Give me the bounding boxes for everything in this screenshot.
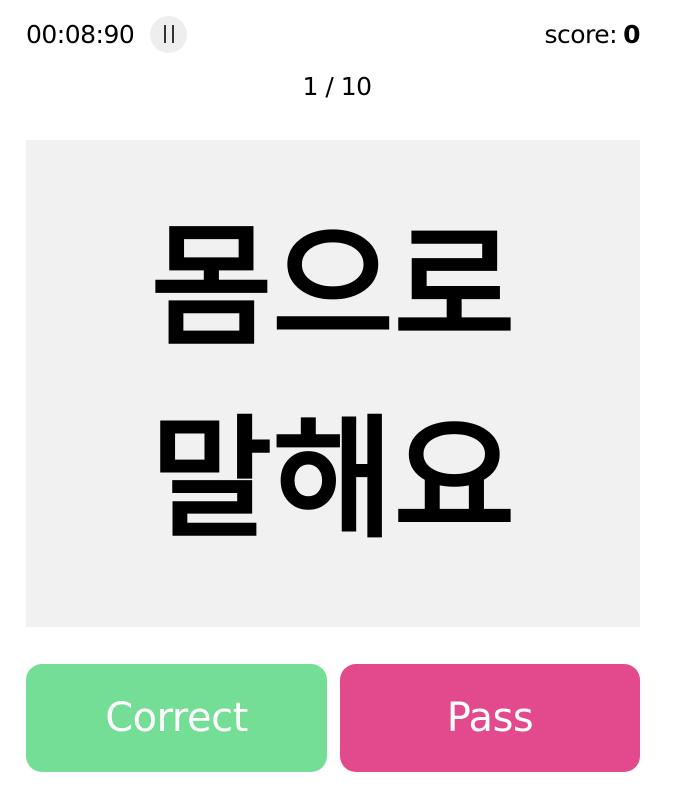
top-bar: 00:08:90 score: 0 — [26, 14, 640, 54]
card-word: 몸으로 말해요 — [150, 210, 516, 557]
score-value: 0 — [623, 19, 640, 49]
score-label: score: — [544, 19, 618, 49]
timer: 00:08:90 — [26, 19, 135, 49]
correct-button[interactable]: Correct — [26, 664, 327, 772]
question-progress: 1 / 10 — [302, 72, 372, 101]
pass-button-label: Pass — [446, 695, 534, 741]
pause-button[interactable] — [150, 15, 188, 53]
correct-button-label: Correct — [105, 695, 248, 741]
score-display: score: 0 — [544, 20, 640, 49]
pass-button[interactable]: Pass — [340, 664, 640, 772]
pause-icon — [163, 25, 174, 43]
timer-group: 00:08:90 — [26, 15, 188, 53]
word-card: 몸으로 말해요 — [26, 140, 640, 627]
